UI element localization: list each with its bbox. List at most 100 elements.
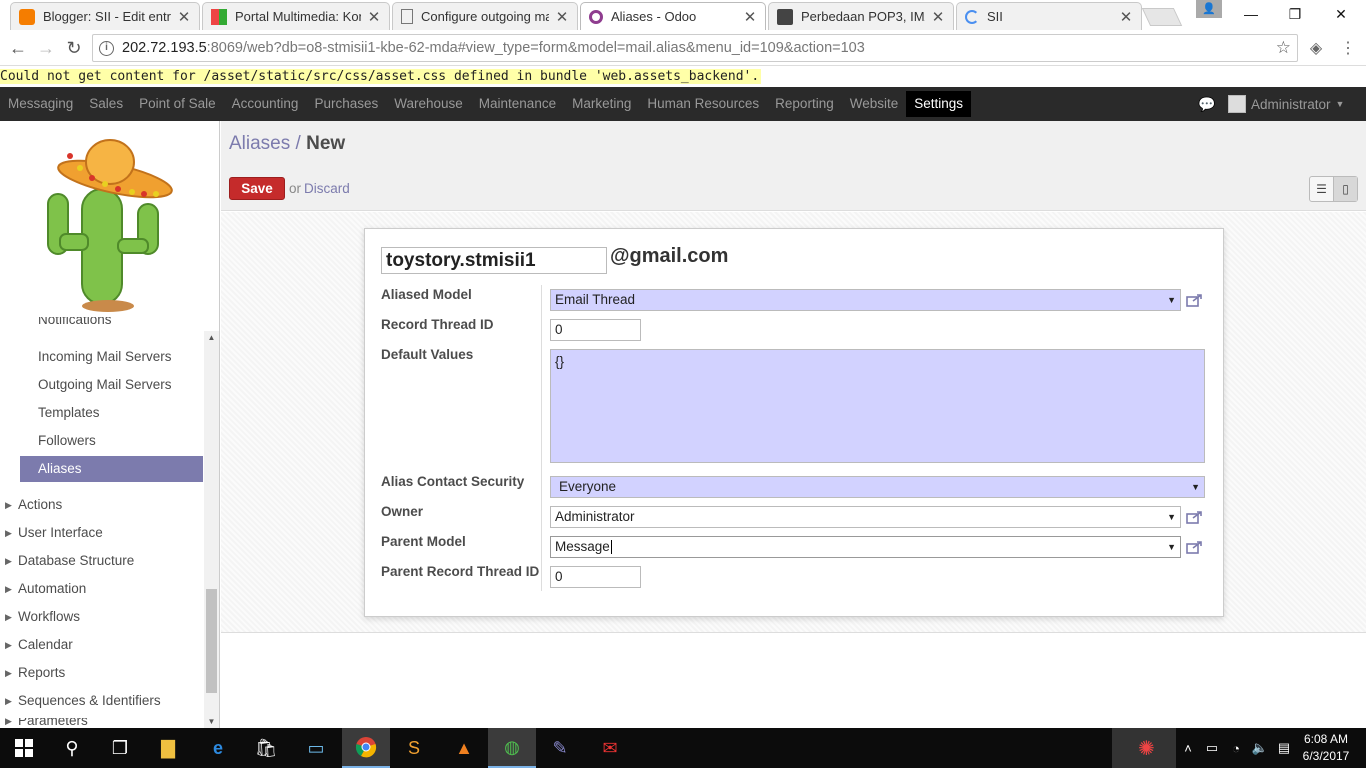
- chat-icon[interactable]: 💬: [1198, 96, 1215, 113]
- menu-messaging[interactable]: Messaging: [0, 87, 81, 121]
- sidebar-item-templates[interactable]: Templates: [20, 400, 203, 426]
- sidebar-item-aliases[interactable]: Aliases: [20, 456, 203, 482]
- sidebar-section-workflows[interactable]: ▶ Workflows: [0, 604, 200, 630]
- search-icon[interactable]: ⚲: [48, 728, 96, 768]
- alias-contact-security-select[interactable]: Everyone ▼: [550, 476, 1205, 498]
- breadcrumb: Aliases / New: [229, 133, 345, 155]
- mail-icon[interactable]: ✉: [586, 728, 634, 768]
- menu-sales[interactable]: Sales: [81, 87, 131, 121]
- menu-marketing[interactable]: Marketing: [564, 87, 639, 121]
- external-link-icon[interactable]: [1186, 510, 1203, 524]
- menu-point-of-sale[interactable]: Point of Sale: [131, 87, 224, 121]
- form-view-icon[interactable]: ▯: [1333, 177, 1357, 201]
- owner-select[interactable]: Administrator ▼: [550, 506, 1181, 528]
- sidebar-section-sequences[interactable]: ▶ Sequences & Identifiers: [0, 688, 200, 714]
- notifications-icon[interactable]: ▤: [1272, 740, 1296, 756]
- sidebar-item-followers[interactable]: Followers: [20, 428, 203, 454]
- extension-icon[interactable]: ◈: [1306, 38, 1326, 58]
- chevron-up-icon[interactable]: ˄: [1176, 741, 1200, 756]
- menu-human-resources[interactable]: Human Resources: [639, 87, 767, 121]
- menu-maintenance[interactable]: Maintenance: [471, 87, 564, 121]
- volume-icon[interactable]: 🔈: [1248, 740, 1272, 756]
- aliased-model-select[interactable]: Email Thread ▼: [550, 289, 1181, 311]
- external-link-icon[interactable]: [1186, 540, 1203, 554]
- sidebar-section-parameters[interactable]: ▶ Parameters: [0, 718, 200, 728]
- sidebar-section-automation[interactable]: ▶ Automation: [0, 576, 200, 602]
- tray-app-icon[interactable]: ✺: [1112, 728, 1176, 768]
- discard-link[interactable]: Discard: [304, 181, 350, 196]
- menu-reporting[interactable]: Reporting: [767, 87, 842, 121]
- menu-purchases[interactable]: Purchases: [306, 87, 386, 121]
- close-icon[interactable]: ✕: [177, 8, 191, 26]
- sidebar-item-notifications[interactable]: Notifications: [20, 317, 203, 335]
- tab-sii[interactable]: SII ✕: [956, 2, 1142, 30]
- sidebar-section-database-structure[interactable]: ▶ Database Structure: [0, 548, 200, 574]
- restore-icon[interactable]: ❐: [1272, 0, 1318, 28]
- scroll-down-icon[interactable]: ▼: [204, 717, 219, 726]
- tab-blogger[interactable]: Blogger: SII - Edit entri ✕: [10, 2, 200, 30]
- tab-portal-multimedia[interactable]: Portal Multimedia: Konfi ✕: [202, 2, 390, 30]
- tab-aliases-odoo[interactable]: Aliases - Odoo ✕: [580, 2, 766, 30]
- close-icon[interactable]: ✕: [555, 8, 569, 26]
- company-logo: [20, 134, 200, 314]
- info-icon[interactable]: i: [99, 40, 114, 56]
- breadcrumb-aliases-link[interactable]: Aliases: [229, 133, 290, 154]
- sidebar-section-reports[interactable]: ▶ Reports: [0, 660, 200, 686]
- close-icon[interactable]: ✕: [743, 8, 757, 26]
- sidebar-item-outgoing-mail-servers[interactable]: Outgoing Mail Servers: [20, 372, 203, 398]
- alias-name-input[interactable]: toystory.stmisii1: [381, 247, 607, 274]
- close-icon[interactable]: ✕: [367, 8, 381, 26]
- sublime-text-icon[interactable]: S: [390, 728, 438, 768]
- close-window-icon[interactable]: ✕: [1318, 0, 1364, 28]
- network-app-icon[interactable]: ◍: [488, 728, 536, 768]
- monitor-app-icon[interactable]: ▭: [292, 728, 340, 768]
- wifi-icon[interactable]: ◔: [1224, 741, 1248, 756]
- edge-icon[interactable]: e: [194, 728, 242, 768]
- scroll-up-icon[interactable]: ▲: [204, 333, 219, 342]
- menu-settings[interactable]: Settings: [906, 91, 972, 117]
- tab-configure-outgoing[interactable]: Configure outgoing ma ✕: [392, 2, 578, 30]
- file-explorer-icon[interactable]: ▇: [144, 728, 192, 768]
- close-icon[interactable]: ✕: [931, 8, 945, 26]
- windows-start-icon[interactable]: [0, 728, 48, 768]
- back-icon[interactable]: ←: [6, 36, 30, 60]
- menu-website[interactable]: Website: [842, 87, 907, 121]
- caret-right-icon: ▶: [5, 640, 12, 650]
- tab-perbedaan-pop3[interactable]: Perbedaan POP3, IMAP ✕: [768, 2, 954, 30]
- chrome-icon[interactable]: [342, 728, 390, 768]
- menu-icon[interactable]: ⋮: [1338, 38, 1358, 58]
- paint-icon[interactable]: ✎: [536, 728, 584, 768]
- section-label: Automation: [18, 581, 87, 596]
- battery-icon[interactable]: ▭: [1200, 740, 1224, 756]
- bookmark-star-icon[interactable]: ☆: [1276, 38, 1291, 58]
- save-button[interactable]: Save: [229, 177, 285, 200]
- menu-accounting[interactable]: Accounting: [224, 87, 307, 121]
- sidebar-item-incoming-mail-servers[interactable]: Incoming Mail Servers: [20, 344, 203, 370]
- parent-model-select[interactable]: Message ▼: [550, 536, 1181, 558]
- sidebar-section-actions[interactable]: ▶ Actions: [0, 492, 200, 518]
- parent-model-value: Message: [555, 539, 610, 554]
- forward-icon[interactable]: →: [34, 36, 58, 60]
- reload-icon[interactable]: ↻: [62, 36, 86, 60]
- minimize-icon[interactable]: —: [1228, 0, 1274, 28]
- menu-warehouse[interactable]: Warehouse: [386, 87, 471, 121]
- task-view-icon[interactable]: ❐: [96, 728, 144, 768]
- sidebar-scrollbar[interactable]: ▲ ▼: [204, 331, 219, 728]
- taskbar-clock[interactable]: 6:08 AM 6/3/2017: [1296, 731, 1356, 765]
- sidebar-section-calendar[interactable]: ▶ Calendar: [0, 632, 200, 658]
- parent-record-thread-id-input[interactable]: 0: [550, 566, 641, 588]
- chevron-down-icon: ▼: [1335, 99, 1345, 109]
- scrollbar-thumb[interactable]: [206, 589, 217, 693]
- sidebar-section-user-interface[interactable]: ▶ User Interface: [0, 520, 200, 546]
- profile-icon[interactable]: 👤: [1196, 0, 1222, 18]
- user-menu[interactable]: Administrator ▼: [1228, 87, 1344, 121]
- vlc-icon[interactable]: ▲: [440, 728, 488, 768]
- list-view-icon[interactable]: ☰: [1310, 177, 1333, 201]
- default-values-textarea[interactable]: {}: [550, 349, 1205, 463]
- close-icon[interactable]: ✕: [1119, 8, 1133, 26]
- new-tab-button[interactable]: [1141, 8, 1183, 26]
- external-link-icon[interactable]: [1186, 293, 1203, 307]
- record-thread-id-input[interactable]: 0: [550, 319, 641, 341]
- store-icon[interactable]: 🛍: [242, 728, 290, 768]
- address-bar[interactable]: i 202.72.193.5:8069/web?db=o8-stmisii1-k…: [92, 34, 1298, 62]
